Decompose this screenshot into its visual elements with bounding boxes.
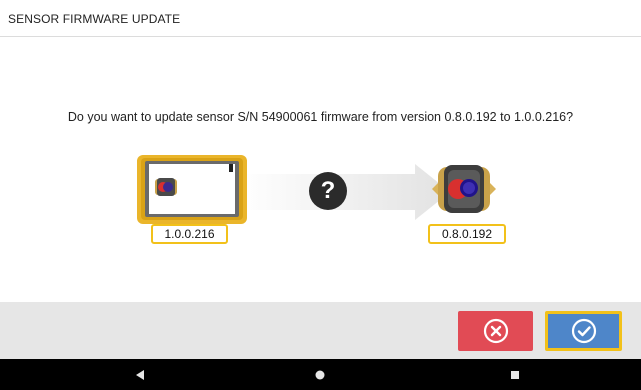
cancel-button[interactable] bbox=[458, 311, 533, 351]
check-circle-icon bbox=[571, 318, 596, 344]
confirm-button[interactable] bbox=[545, 311, 622, 351]
current-version-label: 0.8.0.192 bbox=[428, 224, 506, 244]
system-nav-bar bbox=[0, 359, 641, 390]
update-prompt: Do you want to update sensor S/N 5490006… bbox=[67, 110, 574, 124]
action-bar bbox=[0, 302, 641, 359]
question-badge: ? bbox=[309, 172, 347, 210]
recent-square-icon bbox=[511, 370, 519, 379]
nav-back-button[interactable] bbox=[120, 359, 160, 390]
nav-recent-button[interactable] bbox=[495, 359, 535, 390]
back-triangle-icon bbox=[136, 369, 144, 380]
app-header: SENSOR FIRMWARE UPDATE bbox=[0, 0, 641, 37]
page-title: SENSOR FIRMWARE UPDATE bbox=[8, 12, 181, 26]
home-circle-icon bbox=[315, 370, 325, 379]
display-unit-icon bbox=[137, 155, 247, 224]
nav-home-button[interactable] bbox=[300, 359, 340, 390]
x-circle-icon bbox=[483, 318, 508, 344]
target-version-label: 1.0.0.216 bbox=[151, 224, 228, 244]
sensor-icon bbox=[432, 165, 496, 213]
